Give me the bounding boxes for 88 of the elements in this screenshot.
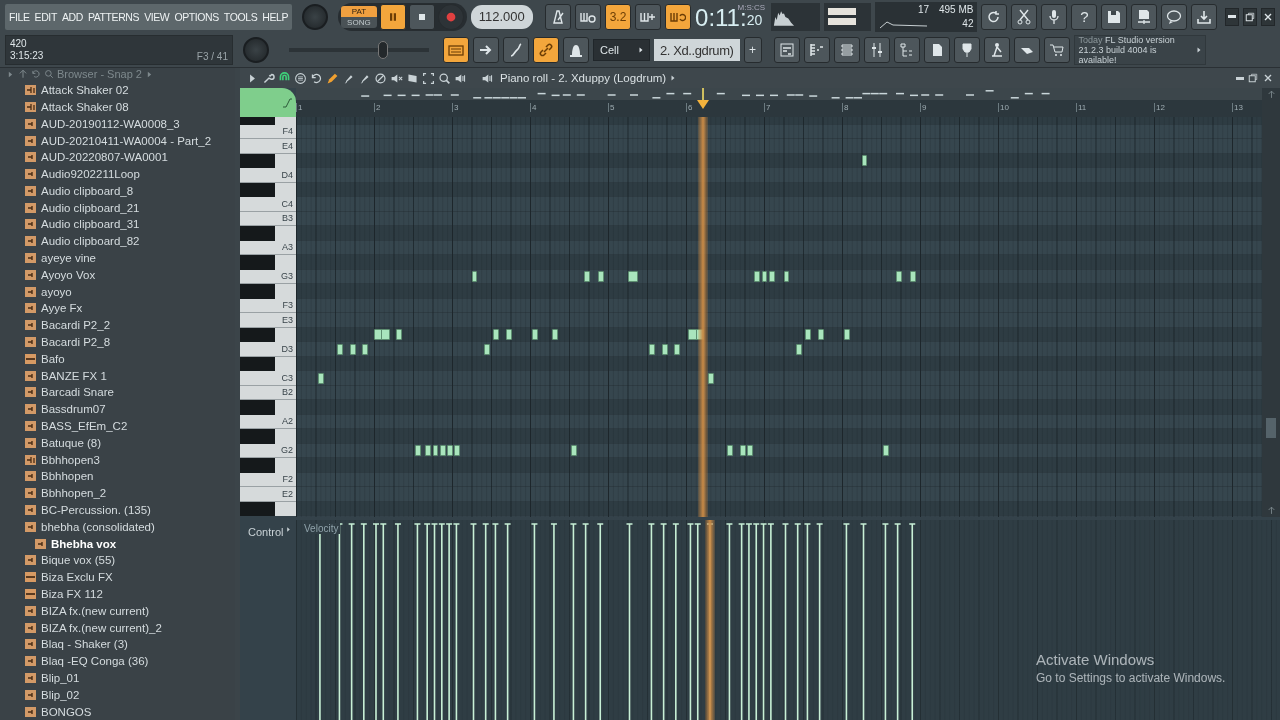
browser-item[interactable]: Blaq - Shaker (3) — [41, 638, 128, 651]
memory-reading: 495 MB — [939, 4, 974, 16]
menu-item[interactable]: OPTIONS — [174, 10, 219, 23]
time-unit-label: M:S:CS — [737, 2, 766, 12]
browser-item[interactable]: Bhebha vox — [51, 537, 117, 550]
bar-number: 5 — [608, 103, 615, 112]
news-text: Today FL Studio version 21.2.3 build 4004 is available! — [1078, 35, 1176, 66]
activation-text: Go to Settings to activate Windows. — [1036, 671, 1226, 685]
browser-item[interactable]: AUD-20190112-WA0008_3 — [41, 117, 180, 130]
activation-title: Activate Windows — [1036, 651, 1156, 668]
bar-number: 13 — [1232, 103, 1243, 112]
bar-number: 10 — [998, 103, 1009, 112]
browser-item[interactable]: bhebha (consolidated) — [41, 520, 155, 533]
pattern-selector[interactable]: 2. Xd..gdrum) — [653, 39, 740, 62]
browser-item[interactable]: Biza FX 112 — [41, 588, 103, 600]
hint-text: 420 — [10, 38, 28, 51]
cpu-reading: 17 — [916, 4, 929, 16]
browser-item[interactable]: BONGOS — [41, 705, 92, 718]
news-panel[interactable]: Today FL Studio version 21.2.3 build 4004 is available! — [1073, 35, 1206, 66]
browser-item[interactable]: BASS_EfEm_C2 — [41, 420, 128, 433]
browser-item[interactable]: Blip_02 — [41, 688, 80, 701]
tempo-field[interactable]: 112.000 — [470, 4, 533, 29]
browser-item[interactable]: BIZA fx.(new current)_2 — [41, 621, 162, 634]
piano-key[interactable]: C3 — [240, 371, 296, 386]
bar-number: 7 — [764, 103, 771, 112]
hint-time: 3:15:23 — [10, 50, 45, 63]
bar-number: 12 — [1154, 103, 1165, 112]
piano-roll-title: Piano roll - 2. Xduppy (Logdrum) — [500, 72, 667, 84]
browser-item[interactable]: Audio clipboard_21 — [41, 201, 140, 214]
browser-item[interactable]: Bique vox (55) — [41, 554, 116, 567]
bar-number: 9 — [920, 103, 927, 112]
browser-item[interactable]: Audio9202211Loop — [41, 168, 140, 181]
browser-item[interactable]: Bacardi P2_8 — [41, 336, 111, 349]
browser-item[interactable]: Biza Exclu FX — [41, 571, 113, 584]
menu-item[interactable]: ADD — [61, 10, 83, 23]
control-target-label: Velocity — [302, 523, 341, 534]
browser-item[interactable]: BIZA fx.(new current) — [41, 604, 149, 617]
piano-key[interactable]: E2 — [240, 487, 296, 502]
piano-key[interactable]: C4 — [240, 197, 296, 212]
browser-item[interactable]: BC-Percussion. (135) — [41, 504, 151, 517]
browser-item[interactable]: Barcadi Snare — [41, 386, 114, 399]
bar-number: 4 — [530, 103, 537, 112]
bar-number: 2 — [374, 103, 381, 112]
browser-item[interactable]: Attack Shaker 02 — [41, 84, 129, 97]
piano-key[interactable]: E4 — [240, 139, 296, 154]
browser-title: Browser - Snap 2 — [57, 68, 142, 81]
add-pattern-button[interactable]: + — [743, 37, 762, 64]
browser-item[interactable]: Attack Shaker 08 — [41, 100, 129, 113]
browser-item[interactable]: AUD-20220807-WA0001 — [41, 151, 168, 164]
browser-item[interactable]: Audio clipboard_8 — [41, 184, 134, 197]
control-label[interactable]: Control — [248, 526, 284, 538]
browser-item[interactable]: Bbhhopen3 — [41, 453, 100, 466]
bar-number: 11 — [1076, 103, 1087, 112]
menu-item[interactable]: VIEW — [144, 10, 170, 23]
piano-key[interactable]: D4 — [240, 168, 296, 183]
bar-number: 3 — [452, 103, 459, 112]
browser-item[interactable]: ayeye vine — [41, 252, 96, 265]
browser-item[interactable]: Ayoyo Vox — [41, 268, 96, 281]
browser-item[interactable]: Bassdrum07 — [41, 403, 106, 416]
browser-item[interactable]: Batuque (8) — [41, 436, 102, 449]
bar-number: 6 — [686, 103, 693, 112]
bar-number: 8 — [842, 103, 849, 112]
menu-item[interactable]: PATTERNS — [87, 10, 140, 23]
help-button[interactable]: ? — [1071, 3, 1098, 30]
snap-dropdown[interactable]: Cell — [593, 39, 650, 62]
browser-item[interactable]: Blip_01 — [41, 672, 80, 684]
browser-item[interactable]: ayoyo — [41, 285, 72, 298]
browser-item[interactable]: Bacardi P2_2 — [41, 319, 111, 332]
browser-item[interactable]: Audio clipboard_31 — [41, 218, 140, 231]
hint-position: F3 / 41 — [196, 51, 228, 63]
polyphony-reading: 42 — [961, 18, 974, 30]
menu-item[interactable]: EDIT — [34, 10, 57, 23]
browser-item[interactable]: Bafo — [41, 352, 65, 365]
bar-number: 1 — [296, 103, 303, 112]
browser-item[interactable]: AUD-20210411-WA0004 - Part_2 — [41, 134, 212, 147]
browser-item[interactable]: BANZE FX 1 — [41, 369, 107, 382]
browser-item[interactable]: Bbhhopen_2 — [41, 487, 107, 500]
timeline-ruler[interactable]: 1 2 3 4 5 6 7 8 9 10 11 12 13 — [296, 100, 1262, 117]
browser-item[interactable]: Ayye Fx — [41, 302, 83, 315]
menu-item[interactable]: HELP — [262, 10, 289, 23]
countdown-button[interactable]: 3.2 — [605, 3, 632, 30]
piano-key[interactable]: E3 — [240, 313, 296, 328]
menu-item[interactable]: TOOLS — [223, 10, 258, 23]
browser-item[interactable]: Audio clipboard_82 — [41, 235, 140, 248]
browser-item[interactable]: Blaq -EQ Conga (36) — [41, 655, 149, 668]
menu-item[interactable]: FILE — [9, 10, 30, 23]
piano-key[interactable]: D3 — [240, 342, 296, 357]
browser-item[interactable]: Bbhhopen — [41, 470, 94, 483]
